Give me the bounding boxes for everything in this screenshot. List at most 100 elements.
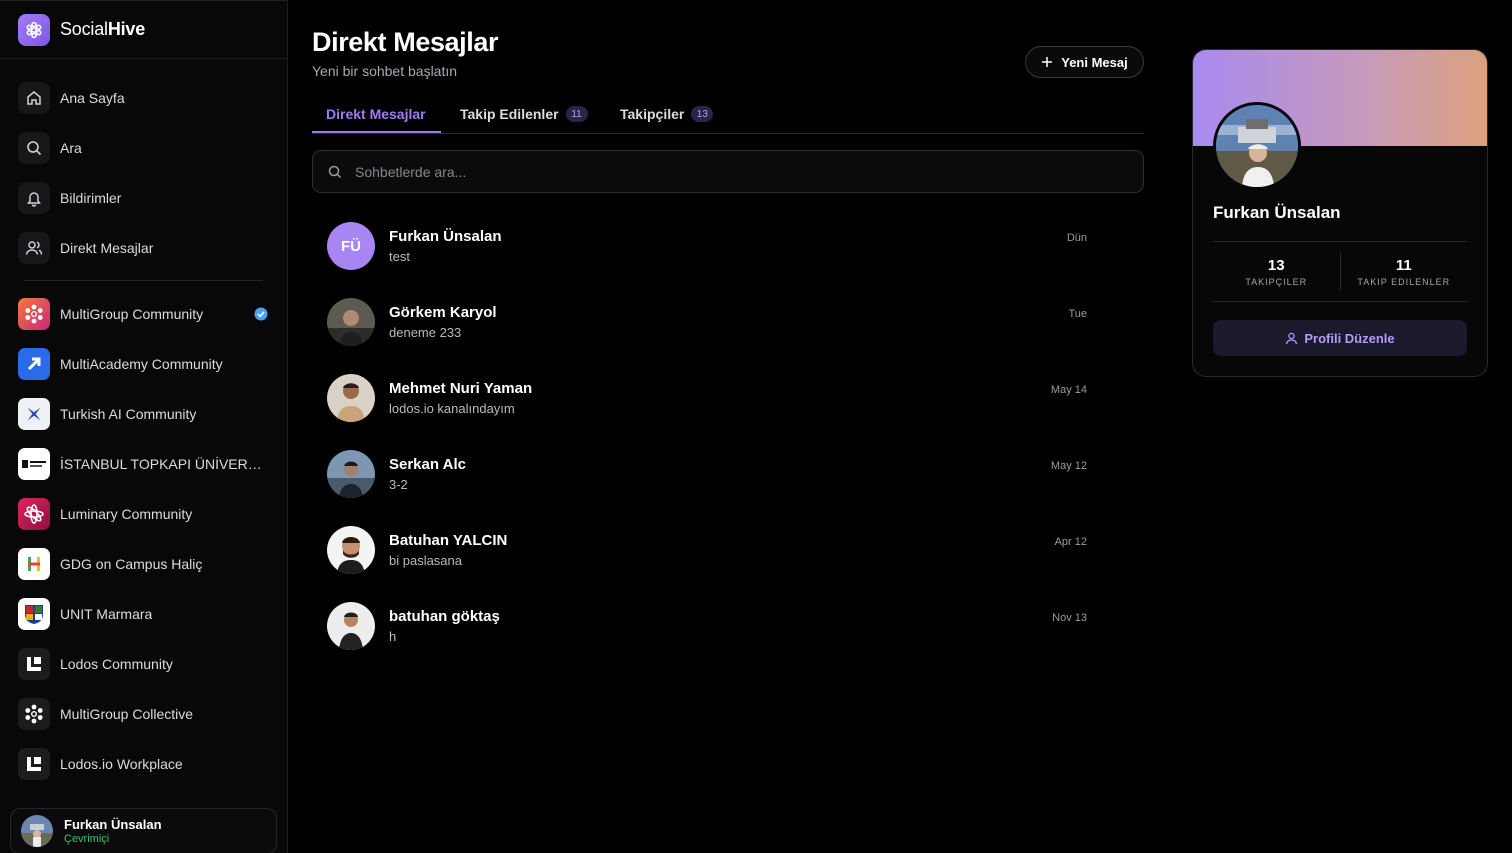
avatar <box>327 298 375 346</box>
conversation-item[interactable]: Batuhan YALCIN bi paslasana Apr 12 <box>312 512 1102 588</box>
community-label: Luminary Community <box>60 506 193 522</box>
conversation-text: Serkan Alc 3-2 <box>389 456 466 492</box>
conversation-text: Mehmet Nuri Yaman lodos.io kanalındayım <box>389 380 532 416</box>
nav-item-home[interactable]: Ana Sayfa <box>0 73 287 123</box>
conversation-preview: h <box>389 629 397 644</box>
tab-label: Takip Edilenler <box>460 106 559 122</box>
count-badge: 11 <box>565 106 588 122</box>
page-title: Direkt Mesajlar <box>312 27 499 57</box>
multigroup-collective-logo-icon <box>18 698 50 730</box>
conversation-preview: bi paslasana <box>389 553 462 568</box>
tab-label: Direkt Mesajlar <box>326 106 426 122</box>
multigroup-logo-icon <box>18 298 50 330</box>
community-item-turkish-ai[interactable]: Turkish AI Community <box>0 389 287 439</box>
conversation-list: FÜ Furkan Ünsalan test Dün Görkem Karyol… <box>312 208 1102 664</box>
tab-direct-messages[interactable]: Direkt Mesajlar <box>326 106 426 122</box>
conversation-preview: 3-2 <box>389 477 408 492</box>
avatar <box>21 815 53 847</box>
page-subtitle: Yeni bir sohbet başlatın <box>312 63 458 79</box>
app-name: SocialHive <box>60 19 146 39</box>
avatar <box>327 602 375 650</box>
conversation-item[interactable]: Mehmet Nuri Yaman lodos.io kanalındayım … <box>312 360 1102 436</box>
community-item-multiacademy[interactable]: MultiAcademy Community <box>0 339 287 389</box>
conversation-preview: lodos.io kanalındayım <box>389 401 515 416</box>
topkapi-logo-icon <box>18 448 50 480</box>
unit-marmara-logo-icon <box>18 598 50 630</box>
tab-label: Takipçiler <box>620 106 685 122</box>
profile-avatar[interactable] <box>1213 102 1301 190</box>
community-label: MultiAcademy Community <box>60 356 223 372</box>
conversation-item[interactable]: FÜ Furkan Ünsalan test Dün <box>312 208 1102 284</box>
community-item-lodos[interactable]: Lodos Community <box>0 639 287 689</box>
search-icon <box>328 165 342 178</box>
avatar-initials: FÜ <box>341 237 361 255</box>
conversation-time: Nov 13 <box>1052 612 1087 624</box>
conversation-time: Dün <box>1066 232 1087 244</box>
community-label: İSTANBUL TOPKAPI ÜNİVERSİ... <box>60 456 268 472</box>
messages-panel: Direkt Mesajlar Yeni bir sohbet başlatın… <box>288 0 1168 853</box>
community-label: MultiGroup Community <box>60 306 204 322</box>
avatar <box>327 450 375 498</box>
community-item-gdg-halic[interactable]: GDG on Campus Haliç <box>0 539 287 589</box>
conversation-time: Apr 12 <box>1054 536 1087 548</box>
conversation-name: Görkem Karyol <box>389 304 497 321</box>
following-stat[interactable]: 11 TAKIP EDILENLER <box>1339 252 1468 291</box>
edit-profile-button[interactable]: Profili Düzenle <box>1213 320 1467 356</box>
user-name: Furkan Ünsalan <box>64 817 162 832</box>
conversation-time: Tue <box>1068 308 1087 320</box>
user-info: Furkan Ünsalan Çevrimiçi <box>64 817 162 845</box>
following-label: TAKIP EDILENLER <box>1357 276 1451 287</box>
conversation-text: Görkem Karyol deneme 233 <box>389 304 497 340</box>
home-icon <box>18 82 50 114</box>
community-item-multigroup[interactable]: MultiGroup Community <box>0 289 287 339</box>
community-item-multigroup-collective[interactable]: MultiGroup Collective <box>0 689 287 739</box>
nav-item-direct-messages[interactable]: Direkt Mesajlar <box>0 223 287 273</box>
tab-followers[interactable]: Takipçiler 13 <box>620 106 714 122</box>
lodos-workplace-logo-icon <box>18 748 50 780</box>
conversation-name: batuhan göktaş <box>389 608 500 625</box>
conversation-item[interactable]: Serkan Alc 3-2 May 12 <box>312 436 1102 512</box>
edit-profile-label: Profili Düzenle <box>1304 330 1395 346</box>
search-input[interactable] <box>355 163 1115 180</box>
profile-stats: 13 TAKIPÇILER 11 TAKIP EDILENLER <box>1213 241 1467 302</box>
conversation-name: Batuhan YALCIN <box>389 532 508 549</box>
active-tab-indicator <box>312 131 441 133</box>
nav-item-notifications[interactable]: Bildirimler <box>0 173 287 223</box>
community-item-luminary[interactable]: Luminary Community <box>0 489 287 539</box>
community-label: MultiGroup Collective <box>60 706 194 722</box>
plus-icon <box>1042 57 1053 67</box>
conversation-time: May 12 <box>1050 460 1087 472</box>
conversation-text: Furkan Ünsalan test <box>389 228 502 264</box>
community-label: Lodos Community <box>60 656 173 672</box>
nav-item-search[interactable]: Ara <box>0 123 287 173</box>
new-message-button[interactable]: Yeni Mesaj <box>1025 46 1144 78</box>
luminary-logo-icon <box>18 498 50 530</box>
search-icon <box>18 132 50 164</box>
conversation-text: batuhan göktaş h <box>389 608 500 644</box>
nav-label: Ana Sayfa <box>60 90 125 106</box>
verified-badge-icon <box>254 307 268 321</box>
conversation-item[interactable]: Görkem Karyol deneme 233 Tue <box>312 284 1102 360</box>
community-label: GDG on Campus Haliç <box>60 556 203 572</box>
community-list: MultiGroup Community MultiAcademy Commun… <box>0 289 287 789</box>
bell-icon <box>18 182 50 214</box>
conversation-name: Furkan Ünsalan <box>389 228 502 245</box>
followers-count: 13 <box>1267 256 1285 274</box>
conversation-preview: test <box>389 249 410 264</box>
community-label: Turkish AI Community <box>60 406 197 422</box>
community-item-unit-marmara[interactable]: UNIT Marmara <box>0 589 287 639</box>
conversation-item[interactable]: batuhan göktaş h Nov 13 <box>312 588 1102 664</box>
user-icon <box>1286 332 1298 344</box>
conversation-time: May 14 <box>1050 384 1087 396</box>
followers-stat[interactable]: 13 TAKIPÇILER <box>1213 242 1340 301</box>
tab-following[interactable]: Takip Edilenler 11 <box>460 106 588 122</box>
community-label: Lodos.io Workplace <box>60 756 183 772</box>
new-message-label: Yeni Mesaj <box>1061 54 1128 70</box>
turkish-ai-logo-icon <box>18 398 50 430</box>
community-item-istanbul-topkapi[interactable]: İSTANBUL TOPKAPI ÜNİVERSİ... <box>0 439 287 489</box>
conversation-name: Serkan Alc <box>389 456 466 473</box>
community-item-lodos-workplace[interactable]: Lodos.io Workplace <box>0 739 287 789</box>
current-user-card[interactable]: Furkan Ünsalan Çevrimiçi <box>10 808 277 853</box>
brand[interactable]: SocialHive <box>0 1 287 59</box>
sidebar: SocialHive Ana Sayfa Ara Bildirimler Dir… <box>0 0 288 853</box>
